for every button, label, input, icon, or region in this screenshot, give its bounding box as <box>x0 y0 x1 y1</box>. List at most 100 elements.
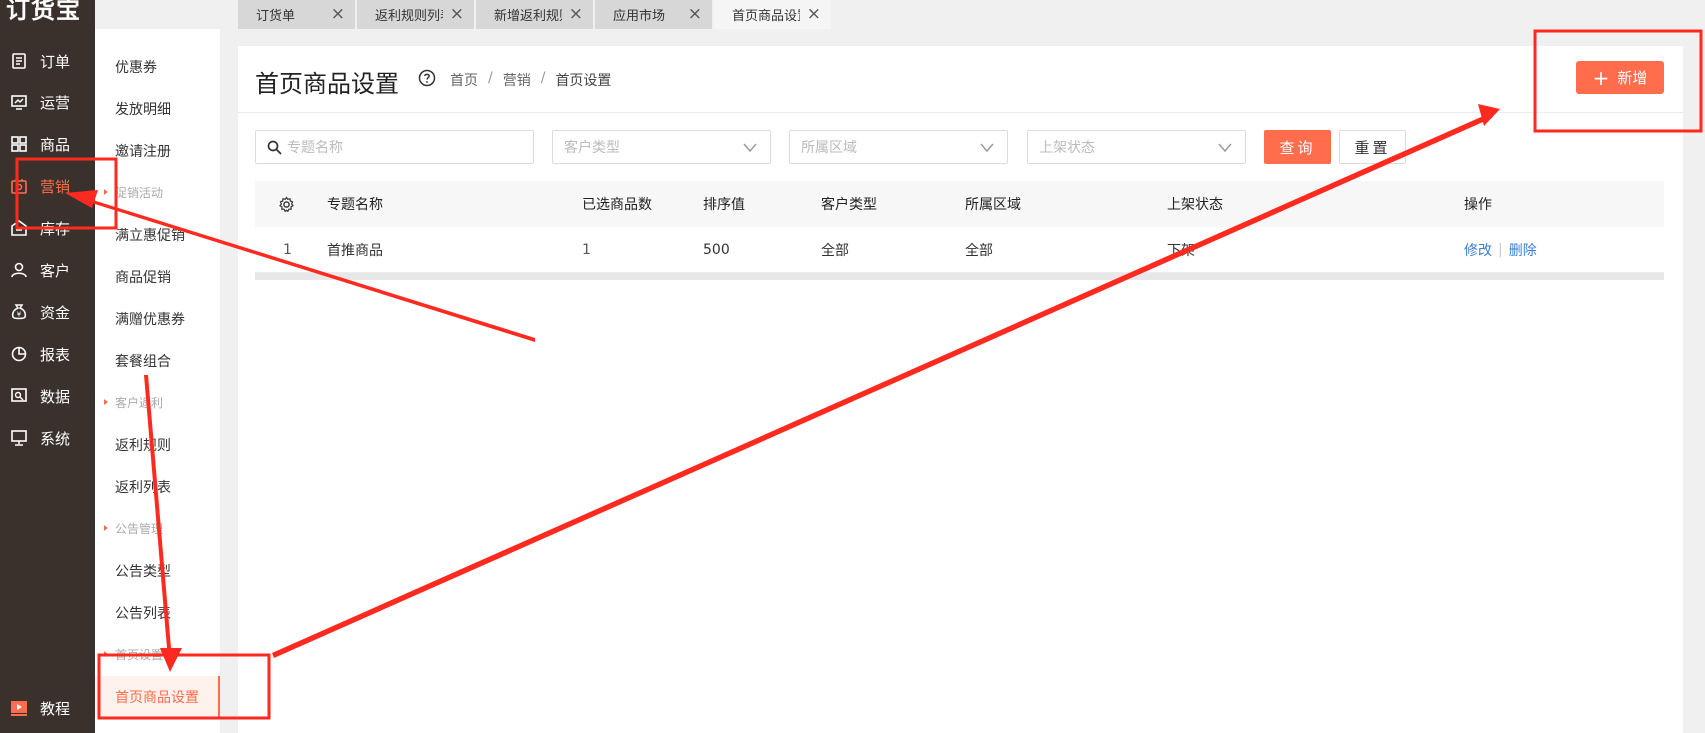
row-sort: 500 <box>703 242 730 258</box>
svg-text:¥: ¥ <box>17 311 22 319</box>
nav-item-goods[interactable]: 商品 <box>0 124 95 164</box>
system-icon <box>10 429 28 447</box>
breadcrumb: 首页 / 营销 / 首页设置 <box>450 70 612 90</box>
subnav-item-rebate-rule[interactable]: 返利规则 <box>95 424 220 466</box>
nav-item-inventory[interactable]: 库存 <box>0 208 95 248</box>
subnav-item-gift-coupon[interactable]: 满赠优惠券 <box>95 298 220 340</box>
chevron-down-icon <box>1218 143 1232 153</box>
region-select[interactable]: 所属区域 <box>789 130 1008 164</box>
subnav-item-invite[interactable]: 邀请注册 <box>95 130 220 172</box>
subnav-item-issue-detail[interactable]: 发放明细 <box>95 88 220 130</box>
inventory-icon <box>10 219 28 237</box>
column-header: 上架状态 <box>1167 197 1223 213</box>
close-icon[interactable]: × <box>331 4 345 24</box>
nav-item-order[interactable]: 订单 <box>0 41 95 81</box>
help-icon[interactable] <box>418 69 436 87</box>
breadcrumb-home[interactable]: 首页 <box>450 70 478 90</box>
tab-order[interactable]: 订货单 × <box>238 0 355 29</box>
table-scrollbar[interactable] <box>255 273 1664 280</box>
tab-add-rebate-rule[interactable]: 新增返利规则× <box>476 0 593 29</box>
column-header: 所属区域 <box>965 197 1021 213</box>
topic-search-input[interactable]: 专题名称 <box>255 130 534 164</box>
nav-label: 运营 <box>40 93 71 112</box>
subnav-item-notice-list[interactable]: 公告列表 <box>95 592 220 634</box>
subnav-item-full-discount[interactable]: 满立惠促销 <box>95 214 220 256</box>
subnav-item-home-goods[interactable]: 首页商品设置 <box>95 676 220 718</box>
row-index: 1 <box>283 242 292 258</box>
order-icon <box>10 52 28 70</box>
nav-item-tutorial[interactable]: 教程 <box>0 688 95 728</box>
plus-icon: + <box>1592 65 1610 90</box>
subnav-item-combo[interactable]: 套餐组合 <box>95 340 220 382</box>
column-header: 排序值 <box>703 197 745 213</box>
marketing-icon <box>10 177 28 195</box>
row-topic: 首推商品 <box>327 243 383 259</box>
subnav-group-home[interactable]: 首页设置 <box>95 639 220 669</box>
nav-label: 报表 <box>40 345 71 364</box>
column-header: 客户类型 <box>821 197 877 213</box>
tutorial-icon <box>10 699 28 717</box>
table-row: 1 首推商品 1 500 全部 全部 下架 修改 | 删除 <box>255 227 1664 273</box>
secondary-sidebar: 优惠券 发放明细 邀请注册 促销活动 满立惠促销 商品促销 满赠优惠券 套餐组合… <box>95 29 220 733</box>
nav-label: 订单 <box>40 52 71 71</box>
customer-type-select[interactable]: 客户类型 <box>552 130 771 164</box>
nav-label: 资金 <box>40 303 71 322</box>
main-panel: 首页商品设置 首页 / 营销 / 首页设置 + 新增 专题名称 客户类型 所属区… <box>238 46 1683 733</box>
nav-label: 营销 <box>40 177 71 196</box>
row-actions: 修改 | 删除 <box>1464 240 1537 260</box>
nav-label: 商品 <box>40 135 71 154</box>
nav-item-customer[interactable]: 客户 <box>0 250 95 290</box>
subnav-group-promo[interactable]: 促销活动 <box>95 177 220 207</box>
tab-bar: 订货单× 返利规则列表× 新增返利规则× 应用市场× 首页商品设置× <box>238 0 833 29</box>
page-title: 首页商品设置 <box>255 70 399 98</box>
column-header: 专题名称 <box>327 197 383 213</box>
chevron-down-icon <box>980 143 994 153</box>
close-icon[interactable]: × <box>807 4 821 24</box>
add-button[interactable]: + 新增 <box>1576 61 1664 94</box>
subnav-item-rebate-list[interactable]: 返利列表 <box>95 466 220 508</box>
nav-label: 客户 <box>40 261 71 280</box>
subnav-group-rebate[interactable]: 客户返利 <box>95 387 220 417</box>
query-button[interactable]: 查询 <box>1264 130 1331 164</box>
delete-link[interactable]: 删除 <box>1509 240 1537 260</box>
column-header: 操作 <box>1464 197 1492 213</box>
subnav-item-notice-type[interactable]: 公告类型 <box>95 550 220 592</box>
row-region: 全部 <box>965 243 993 259</box>
nav-label: 教程 <box>40 699 71 718</box>
close-icon[interactable]: × <box>688 4 702 24</box>
subnav-group-notice[interactable]: 公告管理 <box>95 513 220 543</box>
close-icon[interactable]: × <box>450 4 464 24</box>
gear-icon[interactable] <box>278 181 295 227</box>
subnav-item-coupon[interactable]: 优惠券 <box>95 46 220 88</box>
operations-icon <box>10 93 28 111</box>
nav-item-funds[interactable]: ¥ 资金 <box>0 292 95 332</box>
tab-rebate-rule-list[interactable]: 返利规则列表× <box>357 0 474 29</box>
nav-item-operations[interactable]: 运营 <box>0 82 95 122</box>
reset-button[interactable]: 重置 <box>1339 130 1406 164</box>
goods-icon <box>10 135 28 153</box>
nav-item-report[interactable]: 报表 <box>0 334 95 374</box>
close-icon[interactable]: × <box>569 4 583 24</box>
funds-icon: ¥ <box>10 303 28 321</box>
breadcrumb-marketing[interactable]: 营销 <box>503 70 531 90</box>
tab-home-goods[interactable]: 首页商品设置× <box>714 0 831 29</box>
report-icon <box>10 345 28 363</box>
row-customer-type: 全部 <box>821 243 849 259</box>
data-icon <box>10 387 28 405</box>
chevron-down-icon <box>743 143 757 153</box>
nav-item-marketing[interactable]: 营销 <box>0 166 95 206</box>
breadcrumb-current: 首页设置 <box>555 73 612 89</box>
search-icon <box>267 140 282 155</box>
nav-label: 库存 <box>40 219 71 238</box>
subnav-item-goods-promo[interactable]: 商品促销 <box>95 256 220 298</box>
customer-icon <box>10 261 28 279</box>
nav-label: 数据 <box>40 387 71 406</box>
nav-item-data[interactable]: 数据 <box>0 376 95 416</box>
status-select[interactable]: 上架状态 <box>1027 130 1246 164</box>
edit-link[interactable]: 修改 <box>1464 240 1492 260</box>
row-count: 1 <box>582 242 591 258</box>
app-logo: 订货宝 <box>6 0 81 24</box>
tab-app-market[interactable]: 应用市场 × <box>595 0 712 29</box>
table-header: 专题名称 已选商品数 排序值 客户类型 所属区域 上架状态 操作 <box>255 181 1664 227</box>
nav-item-system[interactable]: 系统 <box>0 418 95 458</box>
